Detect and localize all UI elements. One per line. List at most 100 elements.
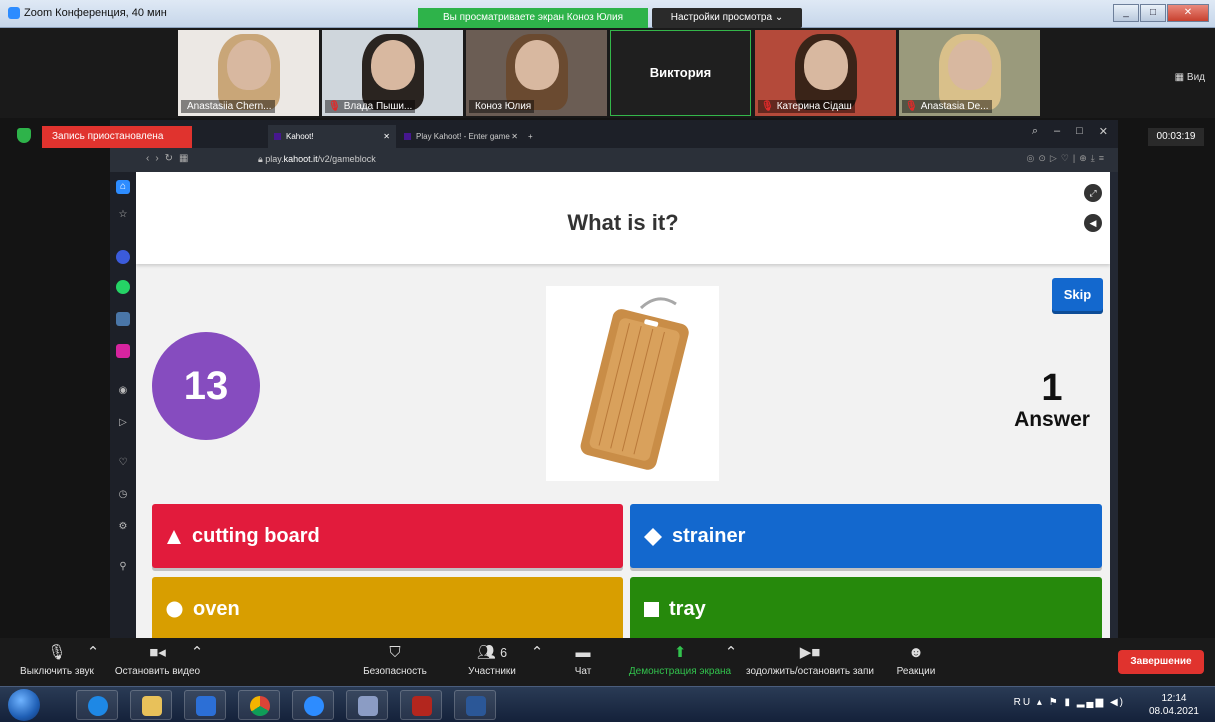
close-tab-icon[interactable]: ✕ (511, 125, 518, 148)
taskbar-zoom[interactable] (292, 690, 334, 720)
browser-tools[interactable]: ◎⊙▷♡|⊕⤓≡ (1027, 153, 1109, 164)
nav-buttons[interactable]: ‹›↻▦ (146, 153, 195, 164)
participant-name: 🎙︎ Влада Пыши... (325, 100, 416, 113)
participant-name: Anastasiia Chern... (181, 100, 275, 113)
send-icon[interactable]: ▷ (116, 416, 130, 430)
shared-browser-window: Kahoot! ✕ Play Kahoot! - Enter game ✕ + … (110, 120, 1118, 638)
tab-play-kahoot[interactable]: Play Kahoot! - Enter game ✕ (398, 125, 524, 148)
security-button[interactable]: ⛉ Безопасность (356, 638, 434, 677)
taskbar-word[interactable] (454, 690, 496, 720)
taskbar-chrome[interactable] (238, 690, 280, 720)
participant-video[interactable]: 🎙︎ Катерина Сідаш (755, 30, 896, 116)
audio-options-button[interactable]: ⌃ (86, 638, 100, 666)
view-button[interactable]: ▦ Вид (1175, 72, 1205, 83)
close-tab-icon[interactable]: ✕ (383, 125, 390, 148)
share-screen-icon: ⬆ (673, 644, 687, 661)
participant-name: 🎙︎ Катерина Сідаш (758, 100, 855, 113)
browser-window-controls: ⌕ – □ ✕ (1032, 125, 1108, 138)
skip-button[interactable]: Skip (1052, 278, 1103, 311)
folder-icon (142, 696, 162, 716)
participant-name: 🎙︎ Anastasia De... (902, 100, 992, 113)
start-button[interactable] (8, 689, 40, 721)
tab-kahoot[interactable]: Kahoot! ✕ (268, 125, 396, 148)
instagram-icon[interactable] (116, 344, 130, 358)
new-tab-button[interactable]: + (524, 125, 544, 148)
square-icon (644, 602, 659, 618)
circle-icon (166, 601, 183, 618)
share-screen-button[interactable]: ⬆ Демонстрация экрана (624, 638, 736, 677)
url-field[interactable]: 🔒︎ play.kahoot.it/v2/gameblock (258, 154, 376, 165)
vk-icon[interactable] (116, 312, 130, 326)
triangle-icon (167, 529, 181, 544)
maximize-icon[interactable]: □ (1076, 125, 1083, 138)
participant-video[interactable]: Anastasiia Chern... (178, 30, 319, 116)
participant-video[interactable]: Коноз Юлия (466, 30, 607, 116)
fullscreen-icon[interactable]: ⤢ (1084, 184, 1102, 202)
chevron-up-icon: ⌃ (724, 644, 738, 661)
browser-sidebar: ⌂ ☆ ◉ ▷ ♡ ◷ ⚙ ⚲ (110, 172, 136, 638)
taskbar-clock[interactable]: 12:14 08.04.2021 (1149, 692, 1199, 718)
reactions-button[interactable]: ☻ Реакции (894, 638, 938, 677)
kahoot-favicon-icon (274, 133, 281, 140)
minimize-button[interactable]: _ (1113, 4, 1139, 22)
participant-gallery: Anastasiia Chern... 🎙︎ Влада Пыши... Коно… (0, 28, 1215, 118)
player-icon[interactable]: ◉ (116, 384, 130, 398)
taskbar-media[interactable] (184, 690, 226, 720)
home-icon[interactable]: ⌂ (116, 180, 130, 194)
taskbar-paint[interactable] (346, 690, 388, 720)
history-icon[interactable]: ◷ (116, 488, 130, 502)
taskbar-explorer[interactable] (130, 690, 172, 720)
question-bar: What is it? ⤢ ◀ (136, 172, 1110, 264)
answer-counter: 1 Answer (996, 368, 1108, 432)
security-shield-icon (17, 128, 31, 143)
diamond-icon (644, 527, 662, 546)
chrome-icon (250, 696, 270, 716)
minimize-icon[interactable]: – (1054, 125, 1060, 138)
recording-status[interactable]: Запись приостановлена (42, 126, 192, 148)
search-icon[interactable]: ⌕ (1032, 125, 1038, 138)
settings-icon[interactable]: ⚙ (116, 520, 130, 534)
answer-option-yellow[interactable]: oven (152, 577, 623, 638)
view-options-button[interactable]: Настройки просмотра ⌄ (652, 8, 802, 28)
mic-muted-icon: 🎙︎ (905, 101, 918, 112)
shield-icon: ⛉ (389, 644, 401, 661)
cutting-board-image (580, 297, 689, 470)
participant-name: Коноз Юлия (469, 100, 535, 113)
whatsapp-icon[interactable] (116, 280, 130, 294)
game-icon (412, 696, 432, 716)
participant-face (370, 40, 415, 90)
chat-button[interactable]: ▬ Чат (566, 638, 600, 677)
answer-option-blue[interactable]: strainer (630, 504, 1102, 568)
participants-options-button[interactable]: ⌃ (530, 638, 544, 666)
taskbar-game[interactable] (400, 690, 442, 720)
kahoot-game: What is it? ⤢ ◀ 13 Skip 1 Answer cutting… (136, 172, 1110, 638)
address-bar: ‹›↻▦ 🔒︎ play.kahoot.it/v2/gameblock ◎⊙▷♡… (110, 148, 1118, 172)
record-button[interactable]: ▶■ зодолжить/остановить запи (738, 638, 882, 677)
star-icon[interactable]: ☆ (116, 208, 130, 222)
participant-video[interactable]: 🎙︎ Anastasia De... (899, 30, 1040, 116)
paint-icon (358, 696, 378, 716)
sound-icon[interactable]: ◀ (1084, 214, 1102, 232)
answer-option-green[interactable]: tray (630, 577, 1102, 638)
share-options-button[interactable]: ⌃ (724, 638, 738, 666)
location-icon[interactable]: ⚲ (116, 560, 130, 574)
close-icon[interactable]: ✕ (1099, 125, 1108, 138)
heart-icon[interactable]: ♡ (116, 456, 130, 470)
zoom-logo-icon (8, 7, 20, 19)
close-button[interactable]: ✕ (1167, 4, 1209, 22)
taskbar-ie[interactable] (76, 690, 118, 720)
video-options-button[interactable]: ⌃ (190, 638, 204, 666)
system-tray[interactable]: RU ▴ ⚑ ▮ ▂▄▆ ◀) (1014, 697, 1125, 708)
countdown-timer: 13 (152, 332, 260, 440)
kahoot-favicon-icon (404, 133, 411, 140)
internet-explorer-icon (88, 696, 108, 716)
participant-video[interactable]: Виктория (610, 30, 751, 116)
zoom-icon (304, 696, 324, 716)
participant-video[interactable]: 🎙︎ Влада Пыши... (322, 30, 463, 116)
participant-name-large: Виктория (649, 65, 712, 80)
participants-button[interactable]: 👥︎ 6 Участники (462, 638, 522, 677)
answer-option-red[interactable]: cutting board (152, 504, 623, 568)
end-meeting-button[interactable]: Завершение (1118, 650, 1204, 674)
maximize-button[interactable]: □ (1140, 4, 1166, 22)
messenger-icon[interactable] (116, 250, 130, 264)
